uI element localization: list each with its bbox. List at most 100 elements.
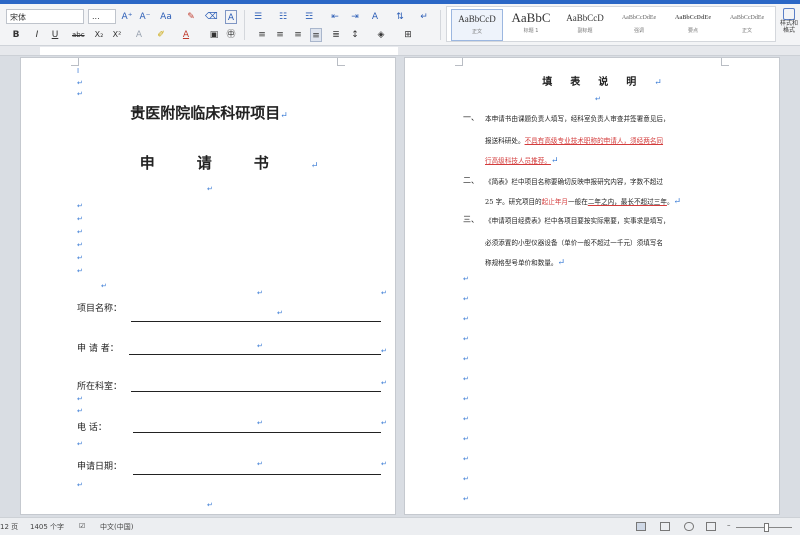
char-shading-icon[interactable]: ▣	[208, 28, 220, 42]
style-card-4[interactable]: AaBbCcDdEe 要点	[667, 9, 719, 41]
style-pane-label: 样式和格式	[779, 20, 798, 34]
paragraph-mark: ↵	[77, 407, 83, 415]
project-name-line[interactable]	[131, 321, 381, 322]
paragraph-mark: ↵	[77, 267, 83, 275]
justify-icon[interactable]: ≡	[310, 28, 322, 42]
paragraph-mark: ↵	[257, 289, 263, 297]
style-card-5[interactable]: AaBbCcDdEe 正文	[721, 9, 773, 41]
paragraph-mark: ↵	[381, 419, 387, 427]
italic-icon[interactable]: I	[31, 28, 43, 42]
text-run: 。	[666, 198, 674, 206]
document-subtitle: 申请书↵	[139, 154, 319, 172]
paragraph-mark: ↵	[77, 228, 83, 236]
shading-icon[interactable]: ◈	[375, 28, 387, 42]
zoom-slider-knob[interactable]	[764, 523, 769, 532]
crop-mark	[721, 58, 729, 66]
date-line[interactable]	[133, 474, 381, 475]
font-size-select[interactable]: ...	[88, 9, 116, 24]
field-applicant: 申 请 者：	[77, 341, 119, 355]
reading-view-icon[interactable]	[660, 522, 670, 531]
style-name: 要点	[687, 28, 698, 34]
field-project-name: 项目名称：	[77, 301, 122, 315]
spell-check-icon[interactable]: ☑	[79, 522, 85, 530]
outline-view-icon[interactable]	[706, 522, 716, 531]
page-instructions[interactable]: 填表说明↵ ↵ 一、 本申请书由课题负责人填写，经科室负责人审查并签署意见后， 报送…	[404, 57, 780, 515]
item-number: 一、	[463, 113, 479, 122]
align-right-icon[interactable]: ≡	[292, 28, 304, 42]
paragraph-mark: ↵	[77, 481, 83, 489]
item-line: 《简表》栏中项目名称要确切反映申报研究内容，字数不超过	[485, 176, 663, 186]
increase-indent-icon[interactable]: ⇥	[349, 10, 361, 24]
char-border-icon[interactable]: A	[225, 10, 237, 24]
align-center-icon[interactable]: ≡	[274, 28, 286, 42]
sort-icon[interactable]: ⇅	[394, 10, 406, 24]
subscript-icon[interactable]: X₂	[93, 28, 105, 42]
language-indicator[interactable]: 中文(中国)	[100, 522, 133, 532]
text-run: 《申请项目经费表》栏中各项目要按实际需要，实事求是填写，	[485, 217, 670, 225]
paragraph-mark: ↵	[557, 258, 566, 268]
strikethrough-icon[interactable]: abc	[72, 28, 85, 42]
decrease-indent-icon[interactable]: ⇤	[329, 10, 341, 24]
page-view-icon[interactable]	[636, 522, 646, 531]
superscript-icon[interactable]: X²	[111, 28, 123, 42]
borders-icon[interactable]: ⊞	[402, 28, 414, 42]
web-view-icon[interactable]	[684, 522, 694, 531]
field-label: 所在科室：	[77, 382, 123, 392]
highlight-icon[interactable]: ✐	[155, 28, 167, 42]
field-label: 项目名称：	[77, 304, 123, 314]
text-run: 行高级科技人员推荐。	[485, 157, 551, 165]
shrink-font-icon[interactable]: A⁻	[139, 10, 151, 24]
align-left-icon[interactable]: ≡	[256, 28, 268, 42]
field-label: 申 请 者：	[77, 344, 119, 354]
page-cover[interactable]: I ↵ ↵ 贵医附院临床科研项目↵ 申请书↵ ↵ ↵ ↵ ↵ ↵ ↵ ↵ ↵ ↵…	[20, 57, 396, 515]
style-card-0[interactable]: AaBbCcD 正文	[451, 9, 503, 41]
font-color-icon[interactable]: A	[180, 28, 192, 42]
style-preview: AaBbCcD	[566, 13, 604, 23]
text-run: 称规格型号单价和数量。	[485, 259, 558, 267]
paragraph-mark: ↵	[463, 415, 469, 423]
multilevel-list-icon[interactable]: ☲	[303, 10, 315, 24]
status-bar: 12 页 1405 个字 ☑ 中文(中国) –	[0, 517, 800, 535]
style-card-2[interactable]: AaBbCcD 副标题	[559, 9, 611, 41]
numbering-icon[interactable]: ☷	[277, 10, 289, 24]
style-card-1[interactable]: AaBbC 标题 1	[505, 9, 557, 41]
bullets-icon[interactable]: ☰	[252, 10, 264, 24]
paragraph-mark: ↵	[463, 455, 469, 463]
paragraph-mark: ↵	[77, 241, 83, 249]
paragraph-mark: ↵	[77, 440, 83, 448]
department-line[interactable]	[131, 391, 381, 392]
style-pane-button[interactable]: 样式和格式	[779, 6, 799, 42]
line-spacing-icon[interactable]: ↕	[349, 28, 361, 42]
grow-font-icon[interactable]: A⁺	[121, 10, 133, 24]
item-line: 《申请项目经费表》栏中各项目要按实际需要，实事求是填写，	[485, 215, 670, 225]
crop-mark	[71, 58, 79, 66]
toolbar-separator	[244, 10, 245, 40]
paragraph-mark: ↵	[463, 435, 469, 443]
paragraph-mark: ↵	[463, 355, 469, 363]
field-label: 申请日期：	[77, 462, 123, 472]
text-effect-icon[interactable]: A	[133, 28, 145, 42]
phone-line[interactable]	[133, 432, 381, 433]
page-count[interactable]: 12 页	[0, 522, 18, 532]
zoom-out-icon[interactable]: –	[727, 521, 731, 529]
style-name: 强调	[633, 28, 644, 34]
paragraph-mark: ↵	[463, 495, 469, 503]
text-run: 25 字。研究项目的	[485, 198, 542, 206]
enclose-char-icon[interactable]: ㊥	[225, 28, 237, 42]
bold-icon[interactable]: B	[10, 28, 22, 42]
chinese-layout-icon[interactable]: A	[369, 10, 381, 24]
change-case-icon[interactable]: Aa	[160, 10, 172, 24]
distribute-icon[interactable]: ≣	[330, 28, 342, 42]
font-name-select[interactable]: 宋体	[6, 9, 84, 24]
paragraph-mark: ↵	[277, 309, 283, 317]
underline-icon[interactable]: U	[49, 28, 61, 42]
horizontal-ruler[interactable]	[0, 46, 800, 56]
item-line: 必须添置的小型仪器设备（单价一般不超过一千元）须填写名	[485, 237, 663, 247]
show-marks-icon[interactable]: ↵	[418, 10, 430, 24]
style-name: 正文	[741, 28, 752, 34]
style-card-3[interactable]: AaBbCcDdEe 强调	[613, 9, 665, 41]
clear-format-icon[interactable]: ⌫	[205, 10, 218, 24]
applicant-line[interactable]	[129, 354, 381, 355]
word-count[interactable]: 1405 个字	[30, 522, 64, 532]
phonetic-guide-icon[interactable]: ✎	[185, 10, 197, 24]
